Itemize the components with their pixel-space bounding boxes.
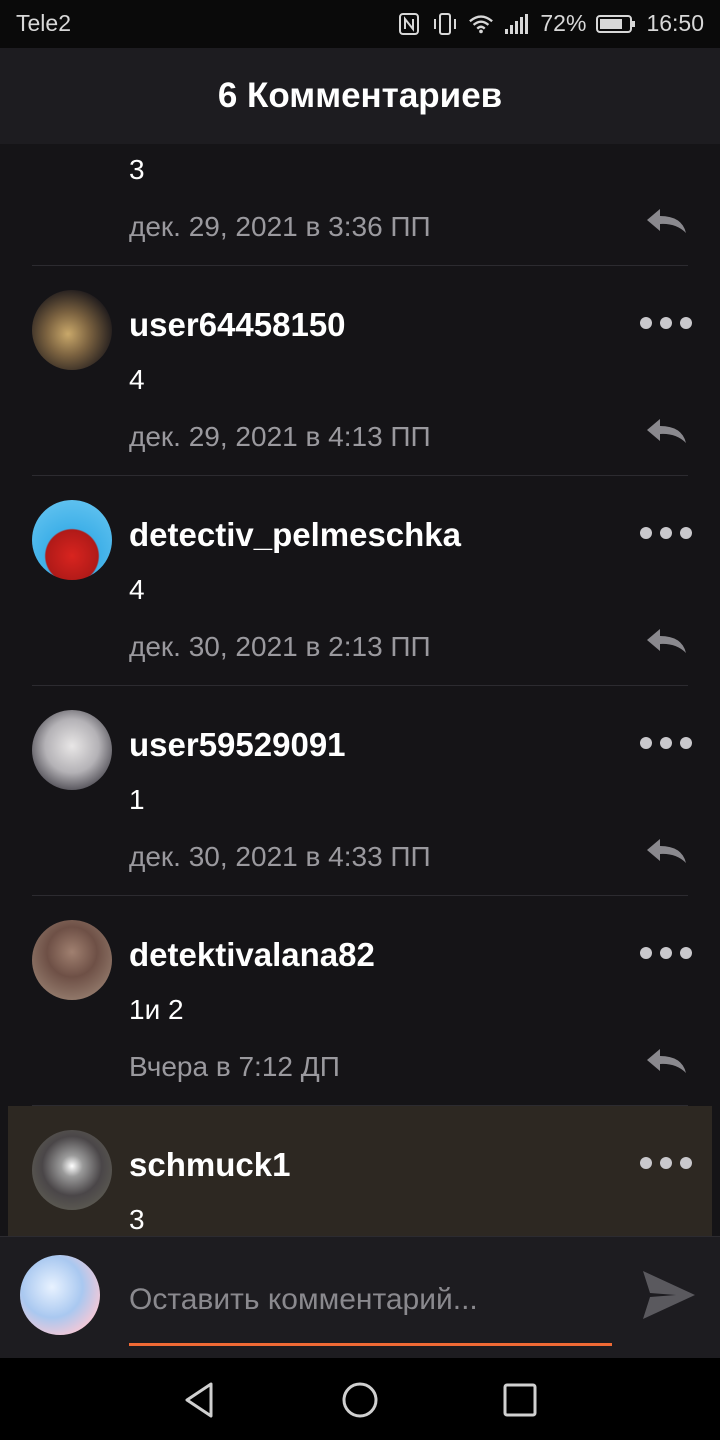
carrier-label: Tele2: [16, 10, 71, 36]
more-dots-icon[interactable]: [640, 733, 692, 753]
comment-item[interactable]: user59529091 1 дек. 30, 2021 в 4:33 ПП: [0, 686, 720, 896]
battery-icon: [596, 11, 636, 37]
vibrate-icon: [432, 11, 458, 37]
comment-text: 4: [129, 574, 145, 605]
comment-item[interactable]: 3 дек. 29, 2021 в 3:36 ПП: [0, 144, 720, 270]
clock: 16:50: [646, 10, 704, 36]
comment-item[interactable]: user64458150 4 дек. 29, 2021 в 4:13 ПП: [0, 266, 720, 476]
comment-username[interactable]: detectiv_pelmeschka: [129, 516, 461, 554]
more-dots-icon[interactable]: [640, 1153, 692, 1173]
reply-arrow-icon[interactable]: [644, 626, 688, 656]
comment-username[interactable]: user59529091: [129, 726, 346, 764]
comments-header: 6 Комментариев: [0, 48, 720, 144]
comment-item-highlighted[interactable]: schmuck1 3: [8, 1106, 712, 1236]
comment-text: 4: [129, 364, 145, 395]
comment-time: дек. 29, 2021 в 4:13 ПП: [129, 421, 431, 452]
comment-text: 3: [129, 1204, 145, 1235]
comment-item[interactable]: detectiv_pelmeschka 4 дек. 30, 2021 в 2:…: [0, 476, 720, 686]
user-avatar[interactable]: [32, 500, 112, 580]
circle-home-icon[interactable]: [340, 1380, 380, 1420]
comment-input[interactable]: Оставить комментарий...: [129, 1277, 612, 1346]
comment-input-bar: Оставить комментарий...: [0, 1236, 720, 1359]
comment-username[interactable]: user64458150: [129, 306, 346, 344]
wifi-icon: [468, 11, 494, 37]
comment-text: 1: [129, 784, 145, 815]
square-recents-icon[interactable]: [500, 1380, 540, 1420]
battery-percent: 72%: [540, 10, 587, 36]
more-dots-icon[interactable]: [640, 523, 692, 543]
comment-text: 3: [129, 154, 145, 185]
more-dots-icon[interactable]: [640, 943, 692, 963]
comment-time: дек. 30, 2021 в 4:33 ПП: [129, 841, 431, 872]
nfc-icon: [396, 11, 422, 37]
user-avatar[interactable]: [32, 710, 112, 790]
user-avatar[interactable]: [32, 1130, 112, 1210]
user-avatar[interactable]: [32, 920, 112, 1000]
send-icon[interactable]: [640, 1267, 698, 1323]
page-title: 6 Комментариев: [217, 76, 503, 115]
reply-arrow-icon[interactable]: [644, 416, 688, 446]
comment-text: 1и 2: [129, 994, 184, 1025]
user-avatar[interactable]: [32, 290, 112, 370]
status-icons: 72% 16:50: [396, 10, 704, 37]
reply-arrow-icon[interactable]: [644, 836, 688, 866]
current-user-avatar: [20, 1255, 100, 1335]
status-bar: Tele2 72% 16:50: [0, 0, 720, 48]
comment-time: Вчера в 7:12 ДП: [129, 1051, 340, 1082]
comment-input-placeholder: Оставить комментарий...: [129, 1283, 478, 1316]
system-nav-bar: [0, 1358, 720, 1440]
comment-time: дек. 29, 2021 в 3:36 ПП: [129, 211, 431, 242]
signal-icon: [504, 11, 530, 37]
comment-time: дек. 30, 2021 в 2:13 ПП: [129, 631, 431, 662]
comment-item[interactable]: detektivalana82 1и 2 Вчера в 7:12 ДП: [0, 896, 720, 1106]
comment-username[interactable]: schmuck1: [129, 1146, 290, 1184]
triangle-back-icon[interactable]: [180, 1380, 220, 1420]
comment-username[interactable]: detektivalana82: [129, 936, 375, 974]
reply-arrow-icon[interactable]: [644, 206, 688, 236]
reply-arrow-icon[interactable]: [644, 1046, 688, 1076]
comment-list[interactable]: 3 дек. 29, 2021 в 3:36 ПП user64458150 4…: [0, 144, 720, 1236]
more-dots-icon[interactable]: [640, 313, 692, 333]
